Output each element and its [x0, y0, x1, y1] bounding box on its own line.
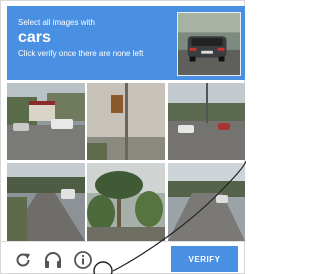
verify-button[interactable]: VERIFY [171, 246, 238, 272]
grid-tile[interactable] [87, 163, 165, 241]
grid-tile[interactable] [7, 163, 85, 241]
reload-icon[interactable] [13, 250, 33, 270]
captcha-footer: VERIFY [1, 241, 246, 274]
grid-tile[interactable] [7, 83, 85, 160]
grid-tile[interactable] [87, 83, 165, 160]
instruction-text: Select all images with [18, 18, 95, 27]
grid-tile[interactable] [168, 83, 245, 160]
audio-icon[interactable] [43, 250, 63, 270]
challenge-header: Select all images with cars Click verify… [7, 6, 245, 80]
captcha-window: Select all images with cars Click verify… [0, 0, 246, 274]
sample-image [177, 12, 241, 76]
info-icon[interactable] [73, 250, 93, 270]
hint-text: Click verify once there are none left [18, 49, 144, 58]
image-grid [7, 83, 245, 241]
grid-tile[interactable] [168, 163, 245, 241]
target-object-text: cars [18, 29, 51, 46]
